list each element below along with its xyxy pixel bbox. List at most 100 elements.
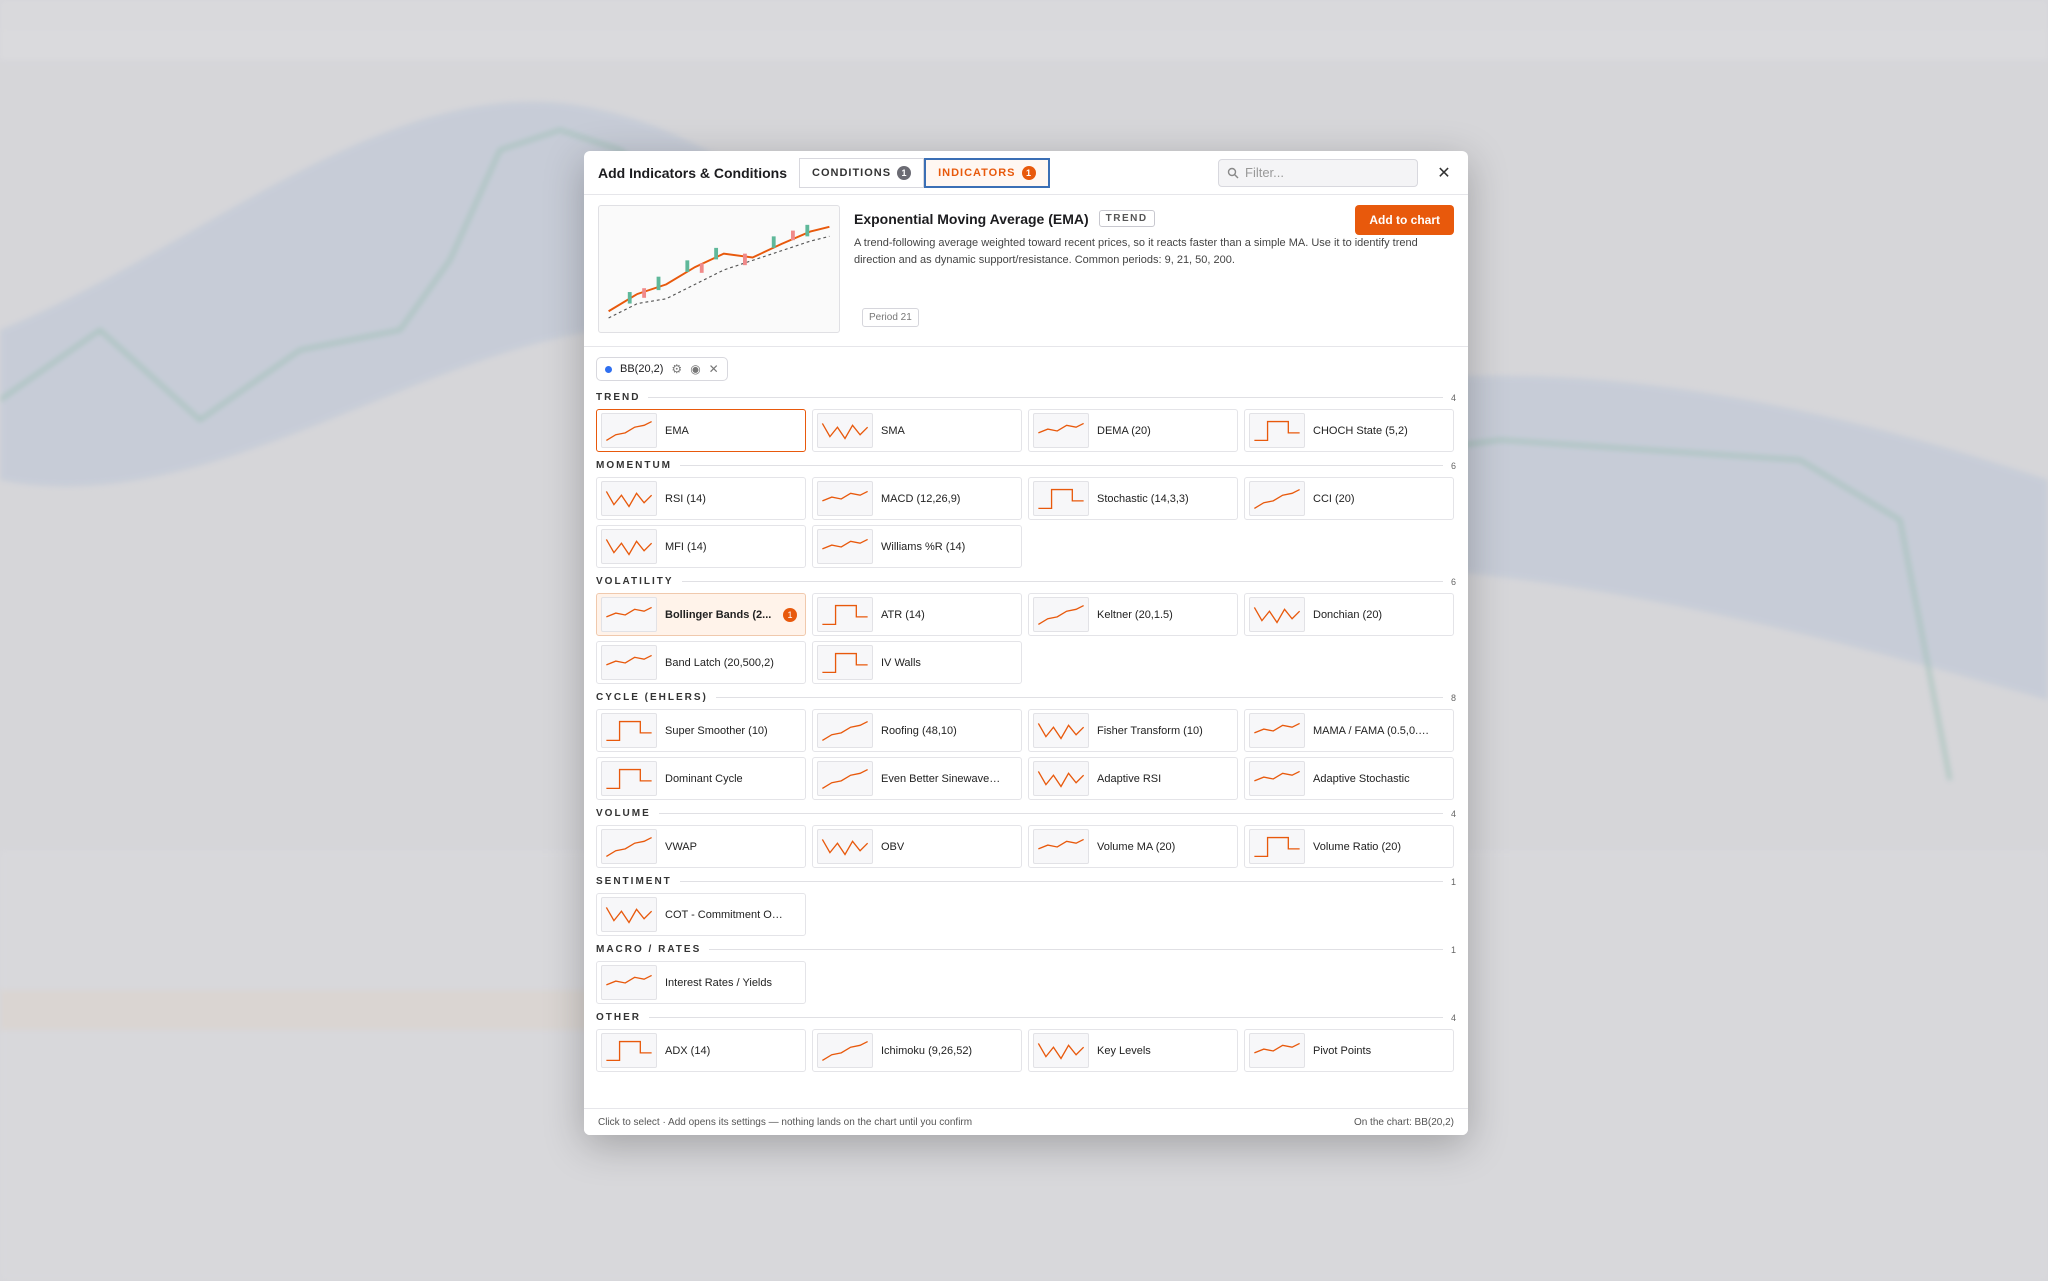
indicator-thumbnail-icon — [601, 413, 657, 448]
indicator-thumbnail-icon — [1249, 761, 1305, 796]
indicator-thumbnail-icon — [1033, 597, 1089, 632]
add-to-chart-button[interactable]: Add to chart — [1355, 205, 1454, 235]
section-header: VOLATILITY 6 — [596, 573, 1456, 590]
indicator-card[interactable]: Volume MA (20) — [1028, 825, 1238, 868]
indicator-card[interactable]: EMA — [596, 409, 806, 452]
indicator-list: BB(20,2) ⚙ ◉ ✕ TREND 4 EMA SMA DEMA (20) CHOC… — [584, 347, 1468, 1084]
indicator-thumbnail-icon — [1249, 597, 1305, 632]
indicator-card[interactable]: MAMA / FAMA (0.5,0.05) — [1244, 709, 1454, 752]
indicator-card[interactable]: Roofing (48,10) — [812, 709, 1022, 752]
indicator-card[interactable]: COT - Commitment Of ... — [596, 893, 806, 936]
section-grid: ADX (14) Ichimoku (9,26,52) Key Levels Pivo… — [596, 1029, 1456, 1072]
indicator-card[interactable]: ADX (14) — [596, 1029, 806, 1072]
section-count: 4 — [1450, 392, 1456, 403]
active-indicator-chip: BB(20,2) ⚙ ◉ ✕ — [596, 357, 728, 381]
search-icon — [1227, 167, 1239, 178]
section-grid: VWAP OBV Volume MA (20) Volume Ratio (20) — [596, 825, 1456, 868]
indicator-label: Interest Rates / Yields — [665, 976, 772, 989]
filter-input[interactable]: Filter... — [1218, 158, 1418, 187]
indicator-label: VWAP — [665, 840, 697, 853]
indicator-label: Pivot Points — [1313, 1044, 1372, 1057]
indicator-card[interactable]: Volume Ratio (20) — [1244, 825, 1454, 868]
indicator-thumbnail-icon — [601, 713, 657, 748]
indicator-card[interactable]: DEMA (20) — [1028, 409, 1238, 452]
preview-param-tag: Period 21 — [862, 308, 919, 327]
indicator-card[interactable]: Interest Rates / Yields — [596, 961, 806, 1004]
section-title: VOLUME — [596, 808, 651, 819]
indicator-card[interactable]: IV Walls — [812, 641, 1022, 684]
indicator-card[interactable]: Super Smoother (10) — [596, 709, 806, 752]
eye-icon[interactable]: ◉ — [690, 362, 700, 376]
section-header: CYCLE (EHLERS) 8 — [596, 689, 1456, 706]
indicator-thumbnail-icon — [601, 597, 657, 632]
section-count: 1 — [1450, 876, 1456, 887]
indicator-label: Keltner (20,1.5) — [1097, 608, 1173, 621]
gear-icon[interactable]: ⚙ — [671, 362, 682, 376]
section-divider — [679, 881, 1443, 882]
indicator-card[interactable]: RSI (14) — [596, 477, 806, 520]
indicator-card[interactable]: Ichimoku (9,26,52) — [812, 1029, 1022, 1072]
indicator-card[interactable]: Dominant Cycle — [596, 757, 806, 800]
indicator-card[interactable]: Donchian (20) — [1244, 593, 1454, 636]
dialog-header: Add Indicators & Conditions CONDITIONS 1… — [584, 151, 1468, 195]
section-count: 8 — [1450, 692, 1456, 703]
indicator-card[interactable]: OBV — [812, 825, 1022, 868]
indicator-label: Adaptive Stochastic — [1313, 772, 1410, 785]
section-header: MOMENTUM 6 — [596, 457, 1456, 474]
close-icon[interactable]: ✕ — [709, 362, 719, 376]
indicator-card[interactable]: MFI (14) — [596, 525, 806, 568]
indicator-thumbnail-icon — [1033, 413, 1089, 448]
footer-hint: Click to select · Add opens its settings… — [598, 1116, 973, 1128]
indicator-label: Band Latch (20,500,2) — [665, 656, 774, 669]
indicator-card[interactable]: Keltner (20,1.5) — [1028, 593, 1238, 636]
indicator-thumbnail-icon — [817, 829, 873, 864]
indicator-thumbnail-icon — [1249, 413, 1305, 448]
indicator-thumbnail-icon — [601, 529, 657, 564]
indicator-label: Even Better Sinewave (... — [881, 772, 1001, 785]
indicator-card[interactable]: Band Latch (20,500,2) — [596, 641, 806, 684]
indicator-card[interactable]: SMA — [812, 409, 1022, 452]
dialog-title: Add Indicators & Conditions — [598, 164, 787, 181]
indicator-card[interactable]: Pivot Points — [1244, 1029, 1454, 1072]
preview-category-badge: TREND — [1098, 210, 1155, 227]
indicator-thumbnail-icon — [601, 481, 657, 516]
close-icon[interactable]: ✕ — [1434, 163, 1454, 183]
indicator-card[interactable]: Bollinger Bands (2... 1 — [596, 593, 806, 636]
indicator-card[interactable]: Stochastic (14,3,3) — [1028, 477, 1238, 520]
section-title: VOLATILITY — [596, 576, 674, 587]
indicator-card[interactable]: CHOCH State (5,2) — [1244, 409, 1454, 452]
indicator-thumbnail-icon — [601, 829, 657, 864]
indicator-label: IV Walls — [881, 656, 921, 669]
section-grid: EMA SMA DEMA (20) CHOCH State (5,2) — [596, 409, 1456, 452]
indicator-thumbnail-icon — [1033, 829, 1089, 864]
section-grid: Bollinger Bands (2... 1 ATR (14) Keltner (2… — [596, 593, 1456, 684]
indicator-card[interactable]: MACD (12,26,9) — [812, 477, 1022, 520]
indicator-thumbnail-icon — [1249, 481, 1305, 516]
tab-conditions[interactable]: CONDITIONS 1 — [799, 157, 925, 188]
section-count: 6 — [1450, 460, 1456, 471]
section-title: MACRO / RATES — [596, 944, 702, 955]
indicator-card[interactable]: Key Levels — [1028, 1029, 1238, 1072]
tab-indicators[interactable]: INDICATORS 1 — [924, 157, 1050, 188]
preview-chart-image — [598, 205, 840, 333]
indicator-label: DEMA (20) — [1097, 424, 1151, 437]
indicator-card[interactable]: Williams %R (14) — [812, 525, 1022, 568]
indicator-thumbnail-icon — [817, 597, 873, 632]
section-divider — [709, 949, 1443, 950]
indicator-card[interactable]: Adaptive Stochastic — [1244, 757, 1454, 800]
indicator-label: Roofing (48,10) — [881, 724, 957, 737]
indicator-label: Adaptive RSI — [1097, 772, 1162, 785]
indicator-card[interactable]: VWAP — [596, 825, 806, 868]
add-indicators-dialog: Add Indicators & Conditions CONDITIONS 1… — [584, 151, 1468, 1135]
section-title: MOMENTUM — [596, 460, 672, 471]
preview-title: Exponential Moving Average (EMA) — [854, 210, 1089, 227]
indicator-card[interactable]: CCI (20) — [1244, 477, 1454, 520]
indicator-card[interactable]: ATR (14) — [812, 593, 1022, 636]
indicator-card[interactable]: Fisher Transform (10) — [1028, 709, 1238, 752]
indicator-card[interactable]: Adaptive RSI — [1028, 757, 1238, 800]
indicator-label: Volume Ratio (20) — [1313, 840, 1402, 853]
indicator-label: Williams %R (14) — [881, 540, 966, 553]
indicator-card[interactable]: Even Better Sinewave (... — [812, 757, 1022, 800]
tab-conditions-label: CONDITIONS — [812, 166, 892, 179]
series-color-dot — [605, 365, 612, 373]
